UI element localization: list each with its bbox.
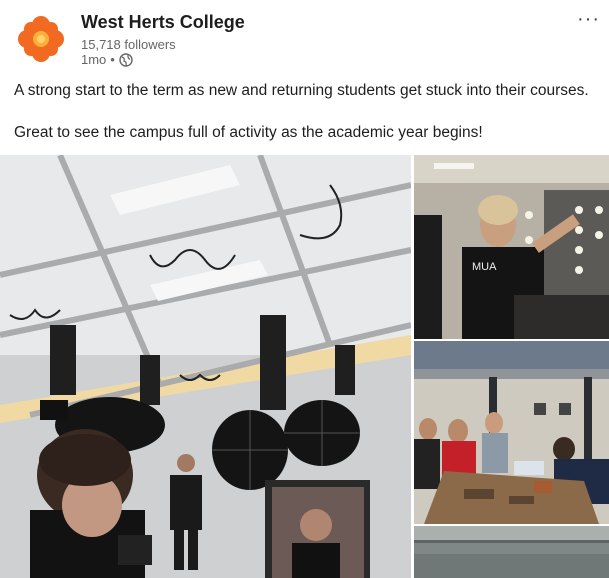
post-meta: 1mo • [81, 52, 133, 67]
post-paragraph: Great to see the campus full of activity… [14, 124, 483, 141]
makeup-illustration: MUA [414, 155, 609, 339]
studio-illustration [0, 155, 411, 578]
post-body: A strong start to the term as new and re… [14, 80, 599, 143]
company-name[interactable]: West Herts College [81, 12, 245, 33]
photo-makeup-student[interactable]: MUA [414, 155, 609, 339]
meta-separator: • [110, 52, 115, 67]
globe-icon [119, 52, 133, 67]
shirt-text: MUA [472, 261, 497, 273]
orange-flower-logo-icon [18, 16, 64, 62]
photo-studio[interactable] [0, 155, 411, 578]
more-options-button[interactable]: ··· [577, 8, 600, 31]
post-paragraph: A strong start to the term as new and re… [14, 82, 589, 99]
workshop-illustration [414, 341, 609, 524]
ceiling-illustration [414, 526, 609, 578]
photo-workshop-ceiling[interactable] [414, 526, 609, 578]
post-time: 1mo [81, 52, 107, 67]
photo-workshop[interactable] [414, 341, 609, 524]
follower-count: 15,718 followers [81, 37, 176, 52]
post-header: West Herts College 15,718 followers 1mo … [0, 0, 609, 72]
company-logo[interactable] [16, 14, 66, 64]
